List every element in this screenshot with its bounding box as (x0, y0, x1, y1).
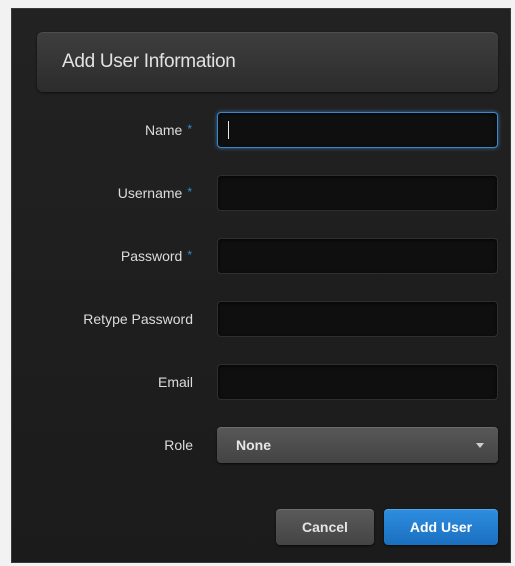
username-label: Username * (118, 175, 192, 212)
password-row: Password * (12, 238, 512, 274)
password-label-text: Password (120, 248, 183, 264)
cancel-button[interactable]: Cancel (276, 509, 374, 545)
role-label: Role (164, 437, 193, 453)
dialog-header: Add User Information (37, 32, 498, 92)
required-marker: * (187, 185, 192, 199)
email-label: Email (157, 374, 193, 390)
retype-password-label: Retype Password (83, 311, 193, 327)
role-selected-value: None (236, 437, 271, 453)
dialog-title: Add User Information (62, 51, 236, 72)
role-row: Role None (12, 427, 512, 463)
email-input[interactable] (217, 364, 498, 400)
add-user-button[interactable]: Add User (384, 509, 498, 545)
password-label: Password * (121, 238, 192, 275)
add-user-dialog: Add User Information Name * Username * Pas… (11, 8, 511, 563)
name-label-text: Name (144, 122, 183, 138)
text-caret (228, 121, 229, 139)
retype-password-input[interactable] (217, 301, 498, 337)
username-label-text: Username (117, 185, 183, 201)
retype-password-row: Retype Password (12, 301, 512, 337)
name-label: Name * (145, 112, 192, 149)
name-row: Name * (12, 112, 512, 148)
username-input[interactable] (217, 175, 498, 211)
required-marker: * (187, 248, 192, 262)
role-select[interactable]: None (217, 427, 498, 463)
required-marker: * (187, 122, 192, 136)
dialog-actions: Cancel Add User (12, 509, 512, 545)
chevron-down-icon (476, 443, 484, 448)
password-input[interactable] (217, 238, 498, 274)
email-row: Email (12, 364, 512, 400)
name-input[interactable] (217, 112, 498, 148)
username-row: Username * (12, 175, 512, 211)
